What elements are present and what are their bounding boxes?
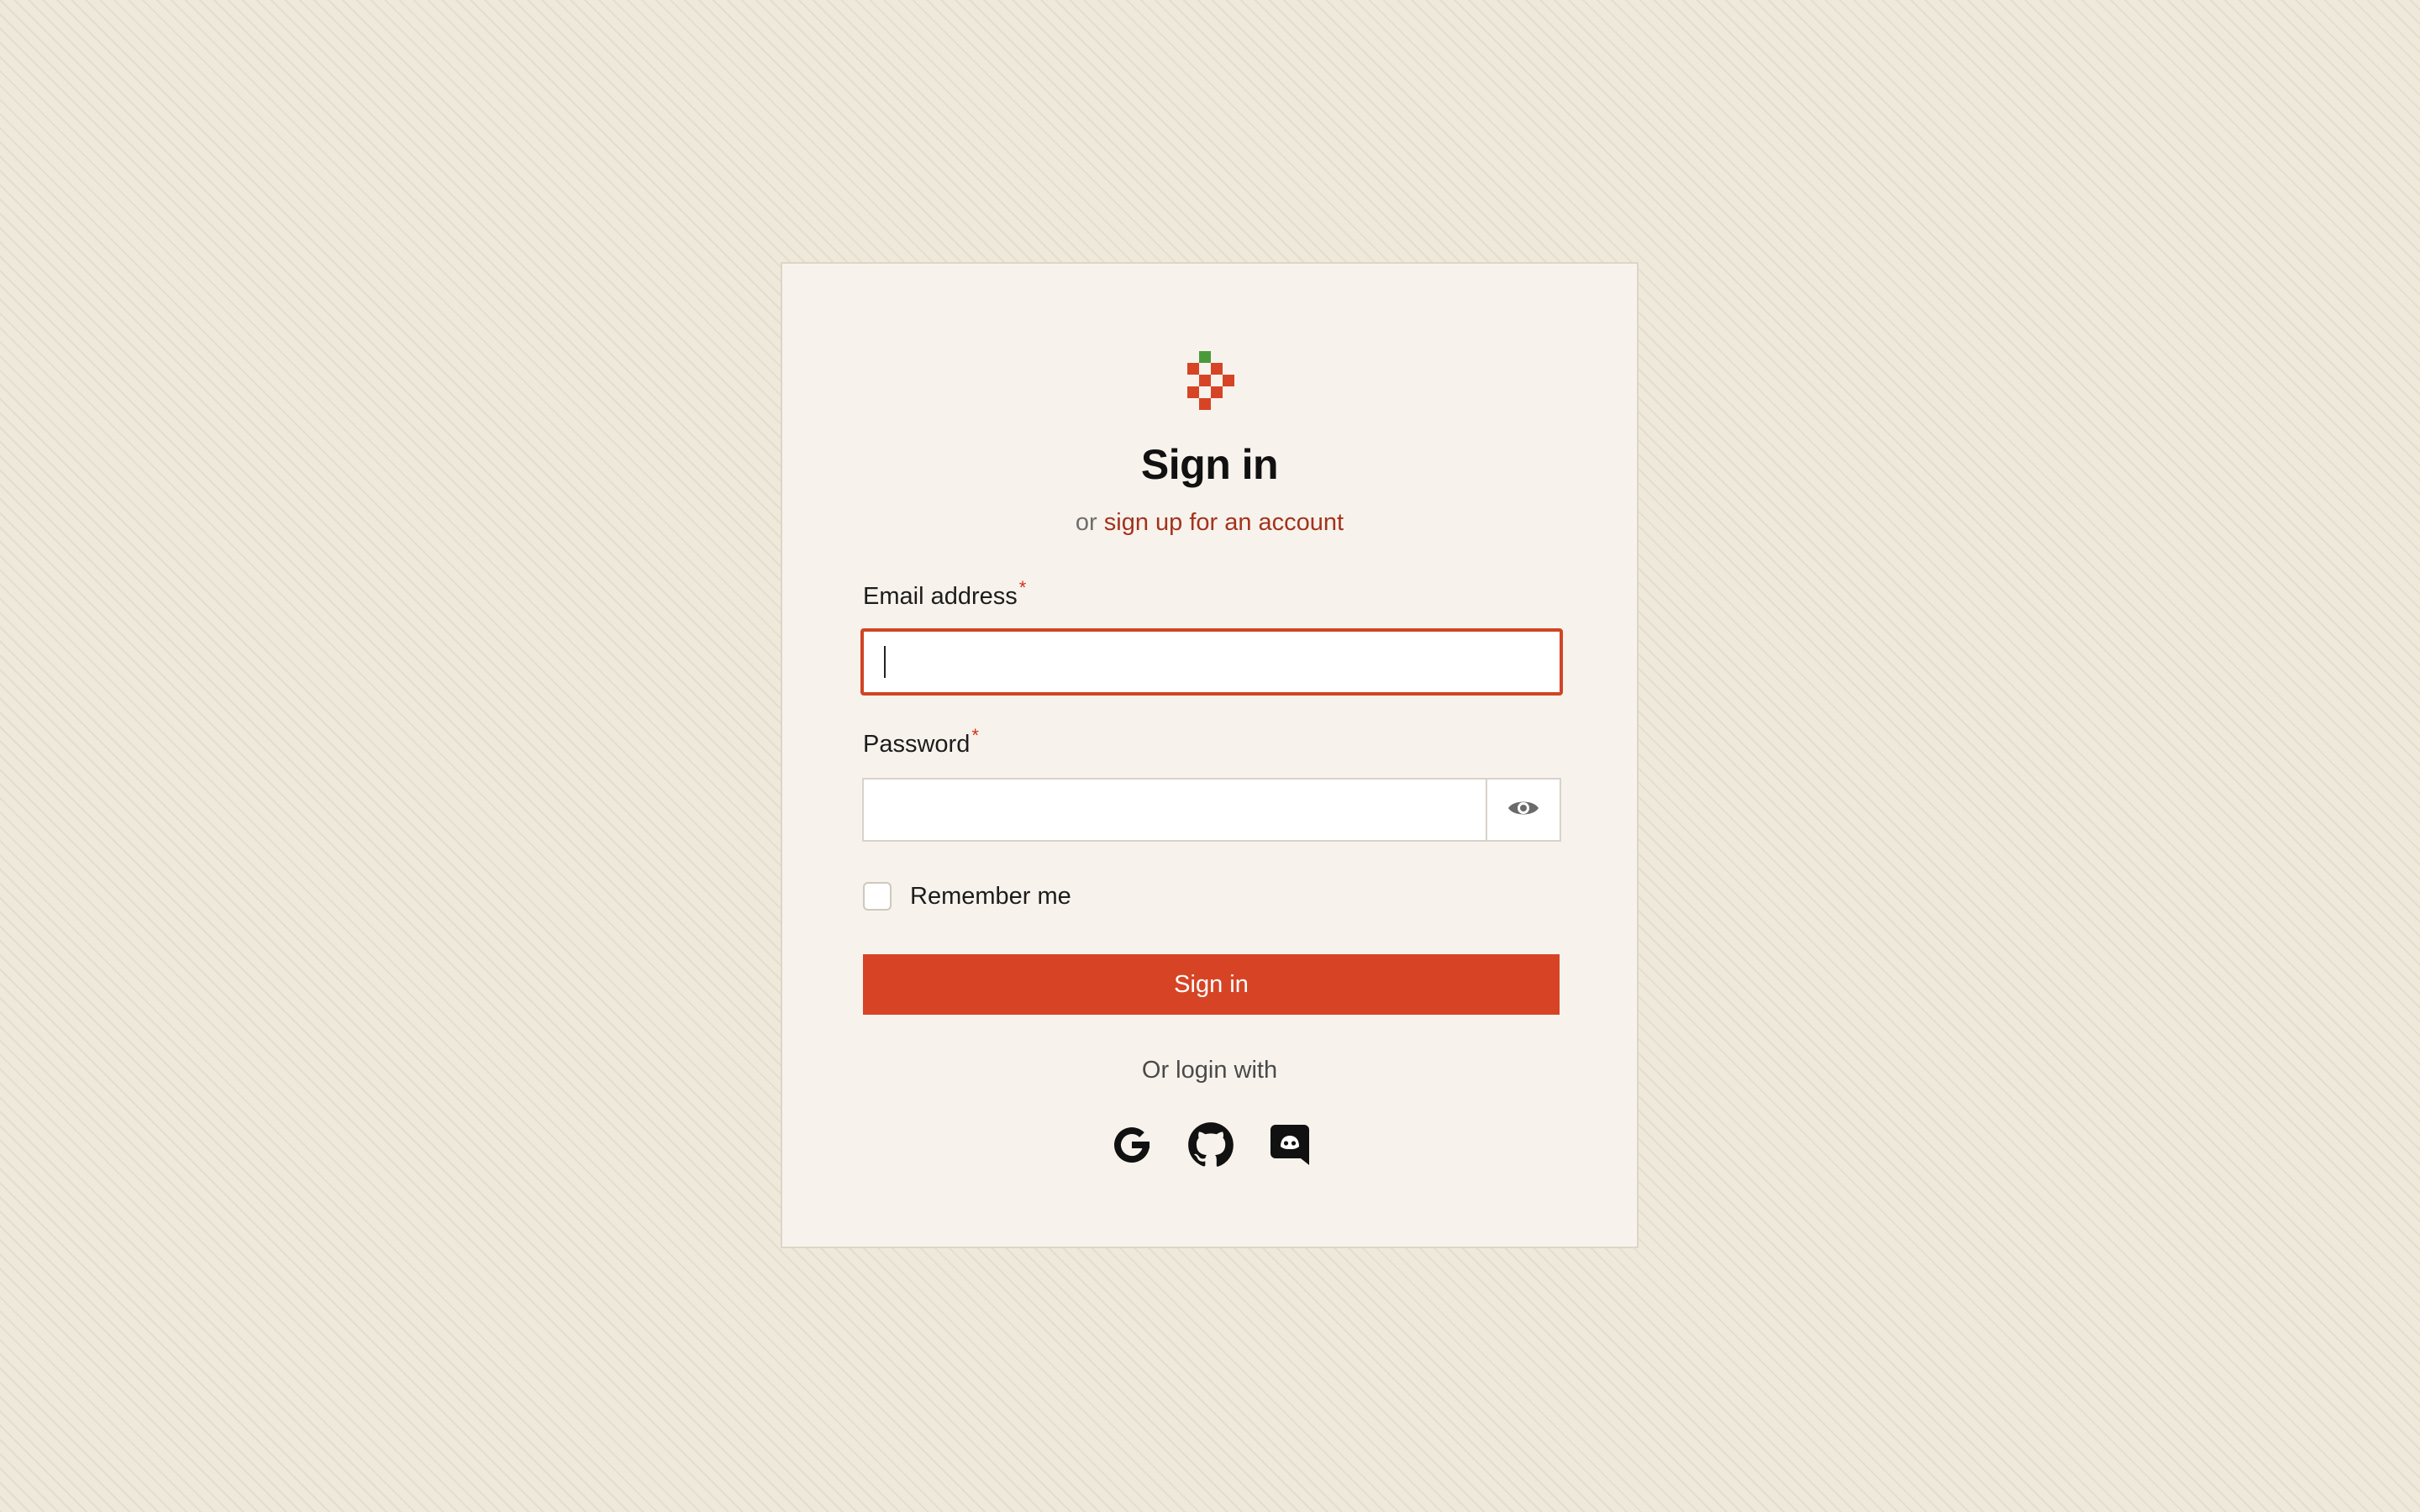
password-field-group <box>862 778 1561 842</box>
show-password-button[interactable] <box>1486 780 1560 840</box>
google-login-button[interactable] <box>1107 1122 1156 1171</box>
sign-in-card: Sign in or sign up for an account Email … <box>781 262 1639 1248</box>
remember-me-label[interactable]: Remember me <box>910 882 1071 911</box>
email-input[interactable] <box>860 628 1563 696</box>
email-label-text: Email address <box>863 583 1018 610</box>
required-asterisk: * <box>1018 577 1027 598</box>
password-label: Password* <box>863 725 979 759</box>
sign-in-button[interactable]: Sign in <box>863 954 1560 1015</box>
subtitle-prefix: or <box>1075 509 1097 536</box>
signup-link[interactable]: sign up for an account <box>1104 509 1344 536</box>
signup-prompt: or sign up for an account <box>782 509 1637 537</box>
text-cursor <box>884 646 886 678</box>
email-label: Email address* <box>863 577 1026 611</box>
github-login-button[interactable] <box>1186 1121 1235 1173</box>
password-input[interactable] <box>864 780 1486 840</box>
eye-icon <box>1507 797 1540 823</box>
required-asterisk: * <box>971 725 979 746</box>
discord-icon <box>1269 1123 1311 1171</box>
github-icon <box>1187 1121 1234 1173</box>
page-title: Sign in <box>1140 441 1279 488</box>
discord-login-button[interactable] <box>1265 1122 1314 1171</box>
social-login-divider: Or login with <box>1141 1057 1278 1084</box>
remember-me-checkbox[interactable] <box>863 882 892 911</box>
google-icon <box>1111 1124 1153 1170</box>
password-label-text: Password <box>863 731 971 758</box>
strawberry-pixel-logo-icon <box>1187 351 1234 410</box>
